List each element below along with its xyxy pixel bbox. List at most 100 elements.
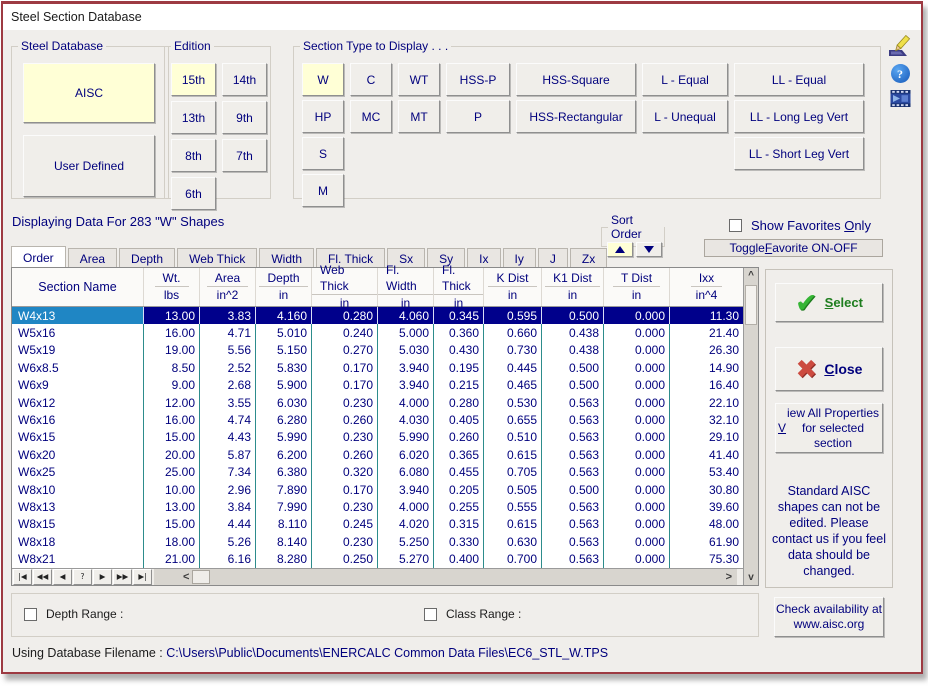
section-type-button-w[interactable]: W bbox=[302, 63, 344, 96]
horizontal-scrollbar-thumb[interactable] bbox=[192, 570, 210, 584]
table-row-w8x21[interactable]: W8x2121.006.168.2800.2505.2700.4000.7000… bbox=[12, 550, 743, 567]
help-icon[interactable]: ? bbox=[891, 64, 910, 83]
forward-button[interactable]: ▶▶ bbox=[113, 569, 132, 585]
tab-j[interactable]: J bbox=[538, 248, 568, 267]
scroll-right-icon[interactable]: > bbox=[723, 569, 735, 585]
edition-button-9th[interactable]: 9th bbox=[222, 101, 267, 134]
check-availability-button[interactable]: Check availability at www.aisc.org bbox=[774, 597, 884, 637]
edition-button-7th[interactable]: 7th bbox=[222, 139, 267, 172]
tab-zx[interactable]: Zx bbox=[570, 248, 607, 267]
section-name-cell: W6x8.5 bbox=[12, 359, 144, 376]
section-type-button-p[interactable]: P bbox=[446, 100, 510, 133]
aisc-database-button[interactable]: AISC bbox=[23, 63, 155, 123]
section-type-button-hp[interactable]: HP bbox=[302, 100, 344, 133]
table-row-w8x18[interactable]: W8x1818.005.268.1400.2305.2500.3300.6300… bbox=[12, 533, 743, 550]
value-cell: 5.990 bbox=[256, 429, 312, 446]
value-cell: 3.940 bbox=[378, 377, 434, 394]
table-row-w6x9[interactable]: W6x99.002.685.9000.1703.9400.2150.4650.5… bbox=[12, 377, 743, 394]
section-type-button-l-equal[interactable]: L - Equal bbox=[642, 63, 728, 96]
value-cell: 4.160 bbox=[256, 307, 312, 324]
last-record-button[interactable]: ▶| bbox=[133, 569, 152, 585]
value-cell: 0.000 bbox=[604, 342, 670, 359]
rewind-button[interactable]: ◀◀ bbox=[33, 569, 52, 585]
section-type-button-wt[interactable]: WT bbox=[398, 63, 440, 96]
table-row-w6x15[interactable]: W6x1515.004.435.9900.2305.9900.2600.5100… bbox=[12, 429, 743, 446]
table-row-w6x20[interactable]: W6x2020.005.876.2000.2606.0200.3650.6150… bbox=[12, 446, 743, 463]
section-type-button-l-unequal[interactable]: L - Unequal bbox=[642, 100, 728, 133]
section-type-button-hss-p[interactable]: HSS-P bbox=[446, 63, 510, 96]
section-name-cell: W8x13 bbox=[12, 498, 144, 515]
depth-range-checkbox[interactable]: Depth Range : bbox=[24, 607, 123, 621]
checkbox-box-icon bbox=[729, 219, 742, 232]
table-row-w5x16[interactable]: W5x1616.004.715.0100.2405.0000.3600.6600… bbox=[12, 324, 743, 341]
section-type-button-s[interactable]: S bbox=[302, 137, 344, 170]
edition-button-13th[interactable]: 13th bbox=[171, 101, 216, 134]
locate-record-button[interactable]: ? bbox=[73, 569, 92, 585]
tab-depth[interactable]: Depth bbox=[119, 248, 175, 267]
edit-pencil-icon[interactable] bbox=[888, 35, 912, 58]
scroll-down-icon[interactable]: v bbox=[748, 570, 754, 585]
table-row-w6x12[interactable]: W6x1212.003.556.0300.2304.0000.2800.5300… bbox=[12, 394, 743, 411]
table-row-w6x8-5[interactable]: W6x8.58.502.525.8300.1703.9400.1950.4450… bbox=[12, 359, 743, 376]
toggle-favorite-button[interactable]: Toggle Favorite ON-OFF bbox=[704, 239, 883, 257]
sort-order-group-label: Sort Order bbox=[608, 213, 664, 241]
value-cell: 0.000 bbox=[604, 498, 670, 515]
section-type-button-mc[interactable]: MC bbox=[350, 100, 392, 133]
show-favorites-checkbox[interactable]: Show Favorites Only bbox=[729, 218, 871, 233]
tab-order[interactable]: Order bbox=[11, 246, 66, 267]
film-strip-icon[interactable] bbox=[890, 89, 911, 108]
tab-iy[interactable]: Iy bbox=[503, 248, 536, 267]
edition-group: Edition 15th14th13th9th8th7th6th bbox=[164, 39, 271, 199]
scroll-left-icon[interactable]: < bbox=[180, 569, 192, 585]
section-name-cell: W8x21 bbox=[12, 550, 144, 567]
section-type-button-hss-square[interactable]: HSS-Square bbox=[516, 63, 636, 96]
scroll-up-icon[interactable]: ^ bbox=[748, 268, 754, 283]
tab-width[interactable]: Width bbox=[259, 248, 314, 267]
section-type-button-m[interactable]: M bbox=[302, 174, 344, 207]
first-record-button[interactable]: |◀ bbox=[13, 569, 32, 585]
value-cell: 15.00 bbox=[144, 516, 200, 533]
close-button[interactable]: ✖ Close bbox=[775, 347, 883, 391]
value-cell: 0.455 bbox=[434, 464, 484, 481]
tab-web-thick[interactable]: Web Thick bbox=[177, 248, 257, 267]
value-cell: 0.240 bbox=[312, 324, 378, 341]
column-header-fl-thick: Fl. Thickin bbox=[434, 268, 484, 306]
value-cell: 15.00 bbox=[144, 429, 200, 446]
section-type-button-ll-long-leg-vert[interactable]: LL - Long Leg Vert bbox=[734, 100, 864, 133]
dialog-content: Steel Database AISC User Defined Edition… bbox=[3, 33, 921, 672]
next-record-button[interactable]: ▶ bbox=[93, 569, 112, 585]
tab-area[interactable]: Area bbox=[68, 248, 117, 267]
edition-button-6th[interactable]: 6th bbox=[171, 177, 216, 210]
sort-ascending-button[interactable] bbox=[607, 242, 633, 257]
select-button[interactable]: ✔ Select bbox=[775, 283, 883, 322]
table-row-w8x13[interactable]: W8x1313.003.847.9900.2304.0000.2550.5550… bbox=[12, 498, 743, 515]
table-row-w8x10[interactable]: W8x1010.002.967.8900.1703.9400.2050.5050… bbox=[12, 481, 743, 498]
sort-order-buttons bbox=[602, 241, 664, 257]
section-type-button-grid: WCWTHSS-PHSS-SquareL - EqualLL - Equal HP… bbox=[294, 53, 880, 207]
vertical-scrollbar[interactable]: ^ v bbox=[743, 268, 758, 585]
value-cell: 25.00 bbox=[144, 464, 200, 481]
section-type-button-ll-short-leg-vert[interactable]: LL - Short Leg Vert bbox=[734, 137, 864, 170]
view-all-properties-button[interactable]: View All Properties for selected section bbox=[775, 403, 883, 453]
column-unit: in bbox=[632, 287, 641, 304]
section-type-button-hss-rectangular[interactable]: HSS-Rectangular bbox=[516, 100, 636, 133]
table-row-w4x13[interactable]: W4x1313.003.834.1600.2804.0600.3450.5950… bbox=[12, 307, 743, 324]
previous-record-button[interactable]: ◀ bbox=[53, 569, 72, 585]
section-type-button-ll-equal[interactable]: LL - Equal bbox=[734, 63, 864, 96]
table-row-w8x15[interactable]: W8x1515.004.448.1100.2454.0200.3150.6150… bbox=[12, 516, 743, 533]
edition-button-14th[interactable]: 14th bbox=[222, 63, 267, 96]
edition-button-8th[interactable]: 8th bbox=[171, 139, 216, 172]
value-cell: 7.890 bbox=[256, 481, 312, 498]
table-row-w5x19[interactable]: W5x1919.005.565.1500.2705.0300.4300.7300… bbox=[12, 342, 743, 359]
section-type-button-c[interactable]: C bbox=[350, 63, 392, 96]
table-row-w6x16[interactable]: W6x1616.004.746.2800.2604.0300.4050.6550… bbox=[12, 411, 743, 428]
vertical-scrollbar-thumb[interactable] bbox=[745, 285, 757, 325]
edition-button-15th[interactable]: 15th bbox=[171, 63, 216, 96]
edition-group-label: Edition bbox=[171, 39, 214, 53]
horizontal-scrollbar[interactable]: < > bbox=[154, 569, 737, 585]
sort-descending-button[interactable] bbox=[636, 242, 662, 257]
class-range-checkbox[interactable]: Class Range : bbox=[424, 607, 521, 621]
user-defined-database-button[interactable]: User Defined bbox=[23, 135, 155, 197]
section-type-button-mt[interactable]: MT bbox=[398, 100, 440, 133]
table-row-w6x25[interactable]: W6x2525.007.346.3800.3206.0800.4550.7050… bbox=[12, 464, 743, 481]
